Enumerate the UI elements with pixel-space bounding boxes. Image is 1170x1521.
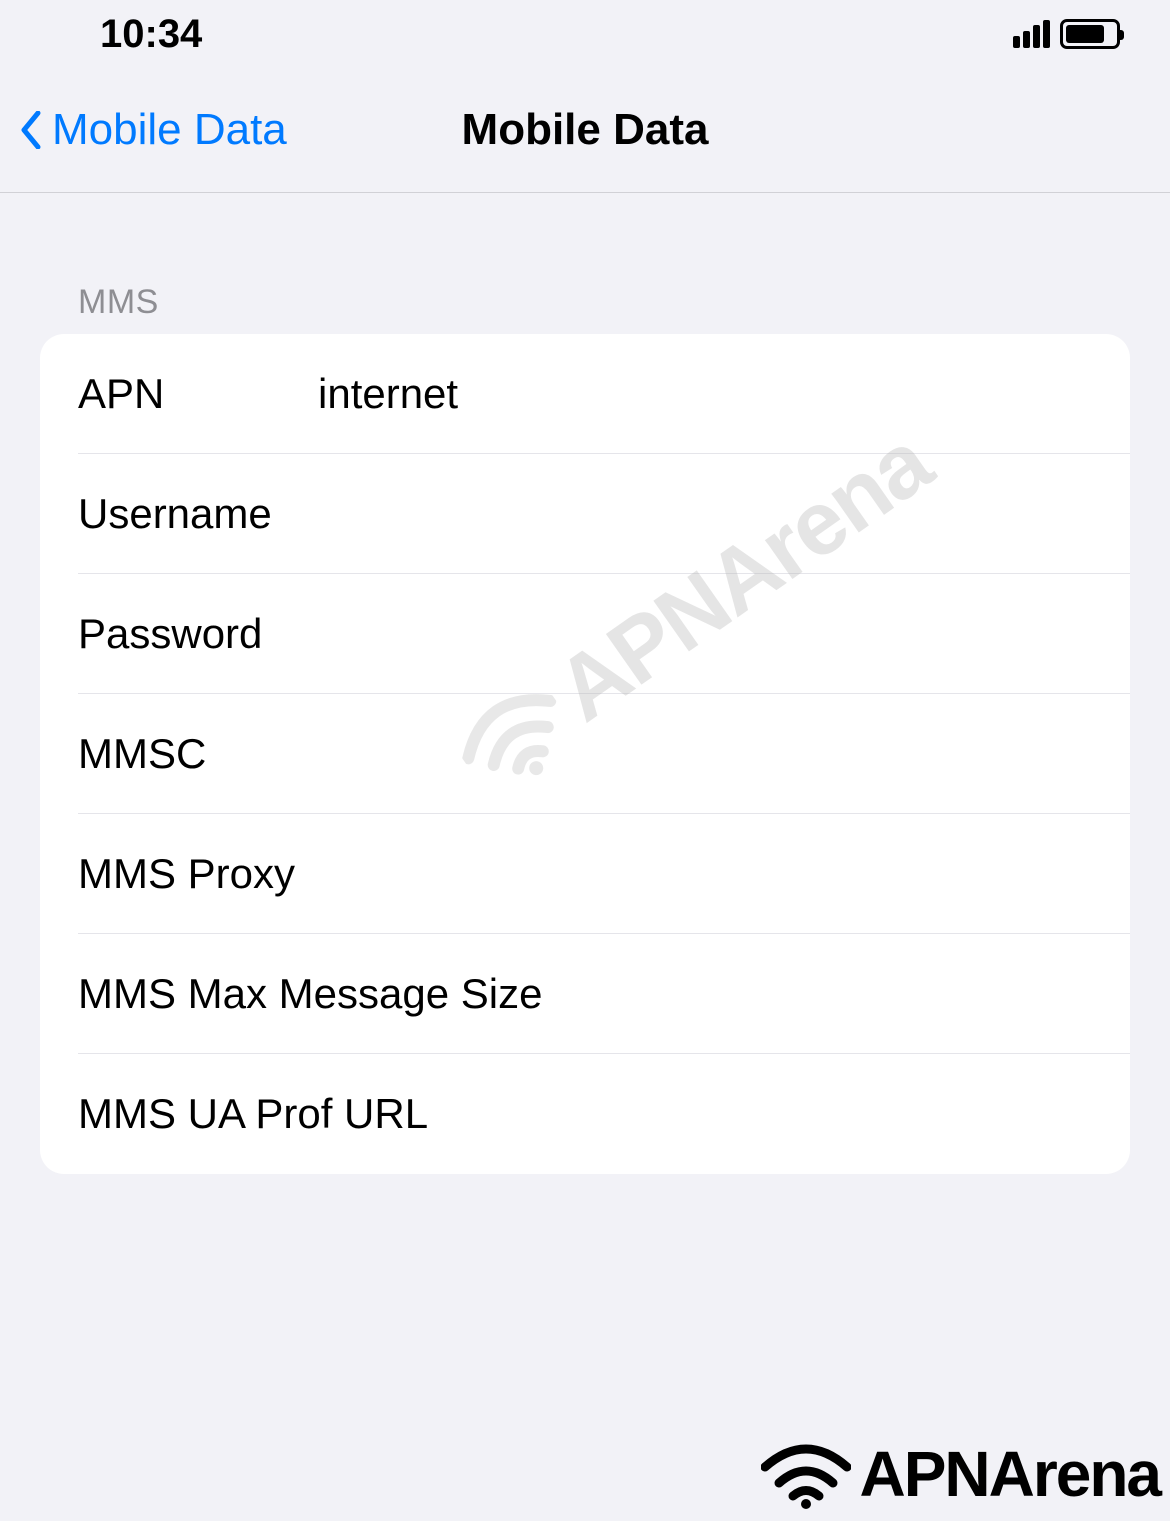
apn-field[interactable]: internet: [318, 370, 1092, 418]
row-mmsc[interactable]: MMSC: [40, 694, 1130, 814]
row-label: MMSC: [78, 730, 318, 778]
row-mms-ua-prof-url[interactable]: MMS UA Prof URL: [40, 1054, 1130, 1174]
row-label: MMS Max Message Size: [78, 970, 542, 1018]
watermark-text: APNArena: [859, 1437, 1160, 1511]
row-label: MMS Proxy: [78, 850, 318, 898]
status-bar: 10:34: [0, 0, 1170, 68]
wifi-icon: [761, 1439, 851, 1509]
row-label: MMS UA Prof URL: [78, 1090, 428, 1138]
row-mms-max-size[interactable]: MMS Max Message Size: [40, 934, 1130, 1054]
row-apn[interactable]: APN internet: [40, 334, 1130, 454]
row-label: APN: [78, 370, 318, 418]
row-label: Password: [78, 610, 318, 658]
row-password[interactable]: Password: [40, 574, 1130, 694]
row-label: Username: [78, 490, 318, 538]
status-time: 10:34: [100, 12, 202, 57]
page-title: Mobile Data: [462, 105, 709, 155]
status-icons: [1013, 19, 1120, 49]
section-header-mms: MMS: [0, 193, 1170, 334]
row-mms-proxy[interactable]: MMS Proxy: [40, 814, 1130, 934]
back-button[interactable]: Mobile Data: [0, 105, 287, 155]
watermark-bottom: APNArena: [761, 1437, 1160, 1511]
back-label: Mobile Data: [52, 105, 287, 155]
nav-bar: Mobile Data Mobile Data: [0, 68, 1170, 193]
chevron-left-icon: [20, 111, 42, 149]
row-username[interactable]: Username: [40, 454, 1130, 574]
signal-icon: [1013, 20, 1050, 48]
battery-icon: [1060, 19, 1120, 49]
settings-group-mms: APN internet Username Password MMSC MMS …: [40, 334, 1130, 1174]
